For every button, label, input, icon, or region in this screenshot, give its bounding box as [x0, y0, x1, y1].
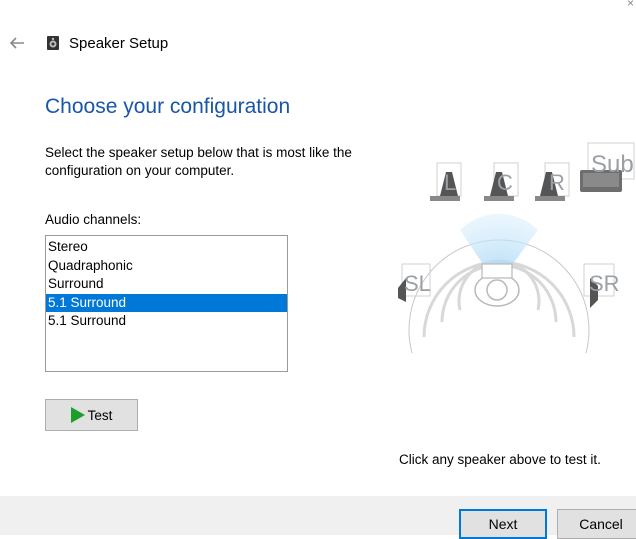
- list-item[interactable]: 5.1 Surround: [46, 312, 287, 331]
- test-button-label: Test: [87, 407, 113, 423]
- window-title: Speaker Setup: [69, 35, 169, 52]
- back-arrow-icon[interactable]: [7, 34, 27, 52]
- speaker-label-right[interactable]: R: [549, 170, 565, 195]
- speaker-hint: Click any speaker above to test it.: [399, 452, 601, 467]
- audio-channels-label: Audio channels:: [45, 212, 142, 227]
- list-item[interactable]: Stereo: [46, 238, 287, 257]
- description: Select the speaker setup below that is m…: [45, 145, 352, 178]
- list-item-selected[interactable]: 5.1 Surround: [46, 293, 287, 312]
- audio-channels-list[interactable]: Stereo Quadraphonic Surround 5.1 Surroun…: [45, 235, 288, 372]
- page-heading: Choose your configuration: [45, 95, 291, 118]
- speaker-label-sub[interactable]: Sub: [591, 151, 634, 178]
- play-icon: [70, 407, 85, 423]
- close-button[interactable]: ×: [627, 0, 634, 10]
- speaker-label-center[interactable]: C: [497, 170, 513, 195]
- speaker-label-left[interactable]: L: [444, 170, 456, 195]
- list-item[interactable]: Quadraphonic: [46, 257, 287, 276]
- speaker-label-surround-right[interactable]: SR: [589, 271, 620, 296]
- speaker-diagram: L C R Sub SL SR: [398, 142, 635, 354]
- speaker-label-surround-left[interactable]: SL: [404, 271, 431, 296]
- speaker-icon: [47, 36, 59, 50]
- test-button[interactable]: Test: [45, 399, 138, 431]
- list-item[interactable]: Surround: [46, 275, 287, 294]
